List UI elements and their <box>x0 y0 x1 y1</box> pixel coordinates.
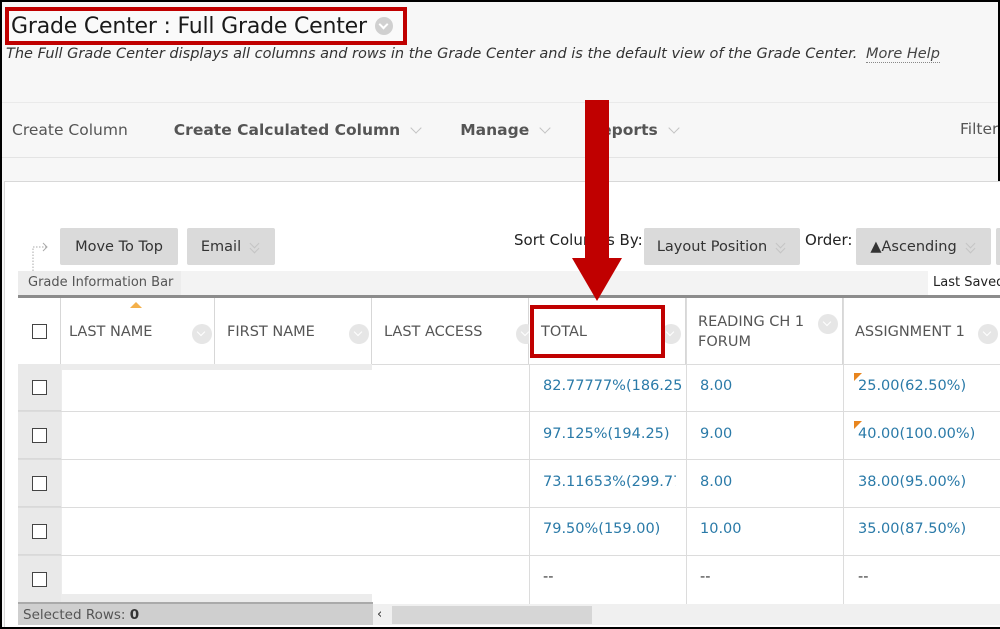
column-label: TOTAL <box>541 323 587 340</box>
create-column-button[interactable]: Create Column <box>12 121 128 139</box>
assignment-grade-cell[interactable]: 35.00(87.50%) <box>858 521 966 537</box>
row-checkbox[interactable] <box>32 427 47 443</box>
column-divider <box>686 298 687 605</box>
action-bar: Create Column Create Calculated Column M… <box>2 102 998 158</box>
row-select-cell <box>18 460 61 507</box>
chevron-down-icon <box>539 121 551 134</box>
scroll-left-icon[interactable]: ‹ <box>377 606 389 624</box>
sort-ascending-icon <box>130 302 142 308</box>
selected-rows-label: Selected Rows: <box>23 607 126 623</box>
column-divider <box>529 364 530 605</box>
redacted-student-names <box>62 370 372 594</box>
total-grade-cell[interactable]: 97.125%(194.25) <box>543 426 683 442</box>
column-header-last-name[interactable]: LAST NAME <box>61 298 215 365</box>
column-menu-chevron-icon[interactable] <box>978 324 998 344</box>
move-to-top-button[interactable]: Move To Top <box>60 228 178 265</box>
row-checkbox[interactable] <box>32 523 47 539</box>
page-title-highlight: Grade Center : Full Grade Center <box>5 7 407 45</box>
total-grade-cell[interactable]: 82.77777%(186.25) <box>543 378 683 394</box>
description-text: The Full Grade Center displays all colum… <box>6 46 858 62</box>
column-label: LAST NAME <box>69 323 153 340</box>
reading-grade-cell[interactable]: 9.00 <box>700 426 732 442</box>
create-calculated-column-menu[interactable]: Create Calculated Column <box>173 121 422 139</box>
assignment-grade-cell[interactable]: 40.00(100.00%) <box>858 426 975 442</box>
total-grade-cell[interactable]: 73.11653%(299.777 <box>543 474 676 490</box>
select-all-cell <box>18 298 61 365</box>
assignment-grade-cell[interactable]: 38.00(95.00%) <box>858 474 966 490</box>
page-title: Grade Center : Full Grade Center <box>11 13 367 39</box>
double-chevron-down-icon <box>965 241 977 253</box>
row-select-cell <box>18 508 61 555</box>
row-select-cell <box>18 556 61 603</box>
column-menu-chevron-icon[interactable] <box>661 324 681 344</box>
assignment-grade-cell[interactable]: 25.00(62.50%) <box>858 378 966 394</box>
column-header-first-name[interactable]: FIRST NAME <box>215 298 372 365</box>
reading-grade-cell[interactable]: 8.00 <box>700 378 732 394</box>
column-divider <box>843 298 844 605</box>
select-all-checkbox[interactable] <box>32 324 47 339</box>
order-select[interactable]: ▲Ascending <box>856 228 991 265</box>
row-divider <box>18 459 1000 460</box>
last-saved-status: Last Saved: <box>928 271 1000 295</box>
create-calculated-column-label: Create Calculated Column <box>173 121 401 139</box>
manage-menu[interactable]: Manage <box>460 121 551 139</box>
column-label: ASSIGNMENT 1 <box>855 323 965 340</box>
assignment-grade-cell[interactable]: -- <box>858 569 868 585</box>
double-chevron-down-icon <box>249 241 261 253</box>
column-header-assignment-1[interactable]: ASSIGNMENT 1 <box>843 298 1000 365</box>
email-menu-button[interactable]: Email <box>187 228 275 265</box>
selected-rows-status: Selected Rows: 0 <box>18 602 373 625</box>
row-divider <box>18 411 1000 412</box>
manage-label: Manage <box>460 121 530 139</box>
chevron-down-icon <box>410 121 422 134</box>
total-grade-cell[interactable]: 79.50%(159.00) <box>543 521 683 537</box>
scrollbar-thumb[interactable] <box>392 606 592 624</box>
more-help-link[interactable]: More Help <box>865 46 940 63</box>
row-select-cell <box>18 412 61 459</box>
column-header-total[interactable]: TOTAL <box>529 298 686 365</box>
reading-grade-cell[interactable]: 10.00 <box>700 521 742 537</box>
go-button-partial[interactable] <box>996 228 1000 265</box>
column-label: LAST ACCESS <box>384 323 483 340</box>
column-header-reading-ch1-forum[interactable]: READING CH 1 FORUM <box>686 298 843 365</box>
column-header-last-access[interactable]: LAST ACCESS <box>372 298 536 365</box>
row-checkbox[interactable] <box>32 475 47 491</box>
grade-information-bar-label: Grade Information Bar <box>18 271 181 295</box>
row-select-cell <box>18 364 61 411</box>
email-label: Email <box>200 238 242 255</box>
column-menu-chevron-icon[interactable] <box>192 324 212 344</box>
page-description: The Full Grade Center displays all colum… <box>6 46 940 63</box>
create-column-label: Create Column <box>12 121 128 139</box>
selected-rows-count: 0 <box>129 607 140 623</box>
order-value: ▲Ascending <box>870 238 957 255</box>
filter-button[interactable]: Filter <box>960 120 998 138</box>
row-divider <box>18 507 1000 508</box>
column-label: FIRST NAME <box>227 323 315 340</box>
title-menu-chevron-icon[interactable] <box>374 17 393 35</box>
chevron-down-icon <box>668 121 680 134</box>
total-grade-cell[interactable]: -- <box>543 569 553 585</box>
selection-arrow-icon <box>32 242 48 271</box>
column-label: READING CH 1 FORUM <box>698 313 805 350</box>
sort-columns-label: Sort Columns By: <box>514 231 643 249</box>
double-chevron-down-icon <box>775 241 787 253</box>
sort-columns-select[interactable]: Layout Position <box>644 228 800 265</box>
reports-label: Reports <box>589 121 658 139</box>
sort-columns-value: Layout Position <box>656 238 768 255</box>
column-menu-chevron-icon[interactable] <box>818 314 838 334</box>
move-to-top-label: Move To Top <box>75 238 163 255</box>
row-divider <box>18 555 1000 556</box>
row-checkbox[interactable] <box>32 379 47 395</box>
reading-grade-cell[interactable]: -- <box>700 569 710 585</box>
row-checkbox[interactable] <box>32 571 47 587</box>
reports-menu[interactable]: Reports <box>589 121 680 139</box>
order-label: Order: <box>805 231 853 249</box>
reading-grade-cell[interactable]: 8.00 <box>700 474 732 490</box>
column-menu-chevron-icon[interactable] <box>349 324 369 344</box>
